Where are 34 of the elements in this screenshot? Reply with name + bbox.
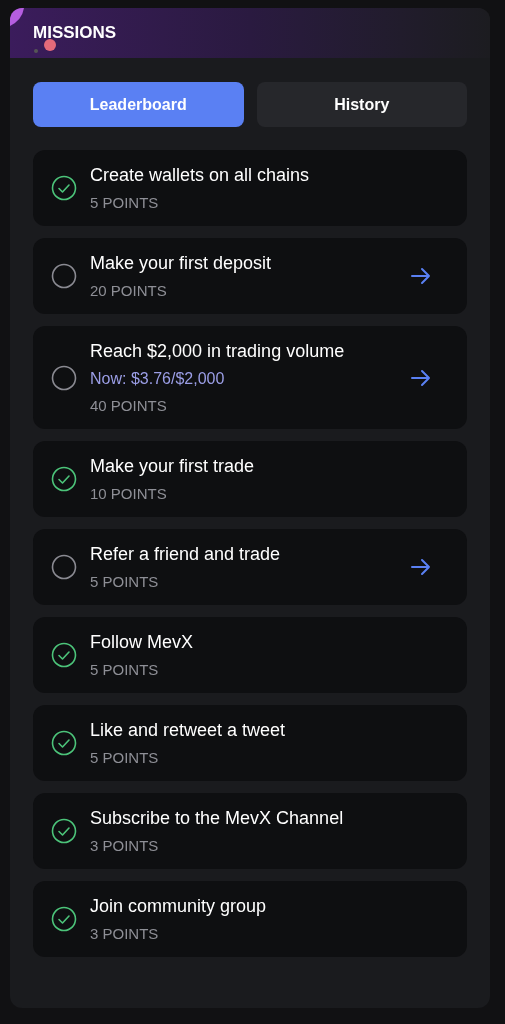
points-text: 10 POINTS: [90, 484, 168, 504]
mission-card[interactable]: Make your first deposit 20 POINTS: [33, 238, 467, 314]
progress-text: Now: $3.76/$2,000: [90, 369, 226, 389]
points-text: 5 POINTS: [90, 572, 160, 592]
mission-card[interactable]: Follow MevX 5 POINTS: [33, 617, 467, 693]
mission-title: Like and retweet a tweet: [90, 719, 287, 742]
points-text: 5 POINTS: [90, 748, 160, 768]
mission-card[interactable]: Reach $2,000 in trading volume Now: $3.76/$2,000 40 POINTS: [33, 326, 467, 429]
mission-title: Create wallets on all chains: [90, 164, 311, 187]
mission-card[interactable]: Subscribe to the MevX Channel 3 POINTS: [33, 793, 467, 869]
mission-card[interactable]: Refer a friend and trade 5 POINTS: [33, 529, 467, 605]
points-text: 3 POINTS: [90, 924, 160, 944]
points-text: 20 POINTS: [90, 281, 168, 301]
mission-title: Join community group: [90, 895, 268, 918]
tab[interactable]: Leaderboard: [33, 82, 244, 127]
mission-title: Subscribe to the MevX Channel: [90, 807, 345, 830]
panel-title: MISSIONS: [33, 22, 117, 45]
points-text: 40 POINTS: [90, 396, 168, 416]
mission-card[interactable]: Make your first trade 10 POINTS: [33, 441, 467, 517]
mission-title: Refer a friend and trade: [90, 543, 282, 566]
mission-title: Make your first deposit: [90, 252, 273, 275]
mission-title: Reach $2,000 in trading volume: [90, 340, 346, 363]
points-text: 5 POINTS: [90, 660, 160, 680]
points-text: 3 POINTS: [90, 836, 160, 856]
arrow-right-icon[interactable]: [411, 368, 431, 387]
mission-title: Make your first trade: [90, 455, 256, 478]
arrow-right-icon[interactable]: [411, 267, 431, 285]
tab[interactable]: History: [256, 82, 467, 127]
mission-card[interactable]: Like and retweet a tweet 5 POINTS: [33, 705, 467, 781]
arrow-right-icon[interactable]: [411, 558, 431, 576]
mission-title: Follow MevX: [90, 631, 195, 654]
points-text: 5 POINTS: [90, 193, 160, 213]
mission-card[interactable]: Join community group 3 POINTS: [33, 881, 467, 957]
mission-card[interactable]: Create wallets on all chains 5 POINTS: [33, 150, 467, 226]
